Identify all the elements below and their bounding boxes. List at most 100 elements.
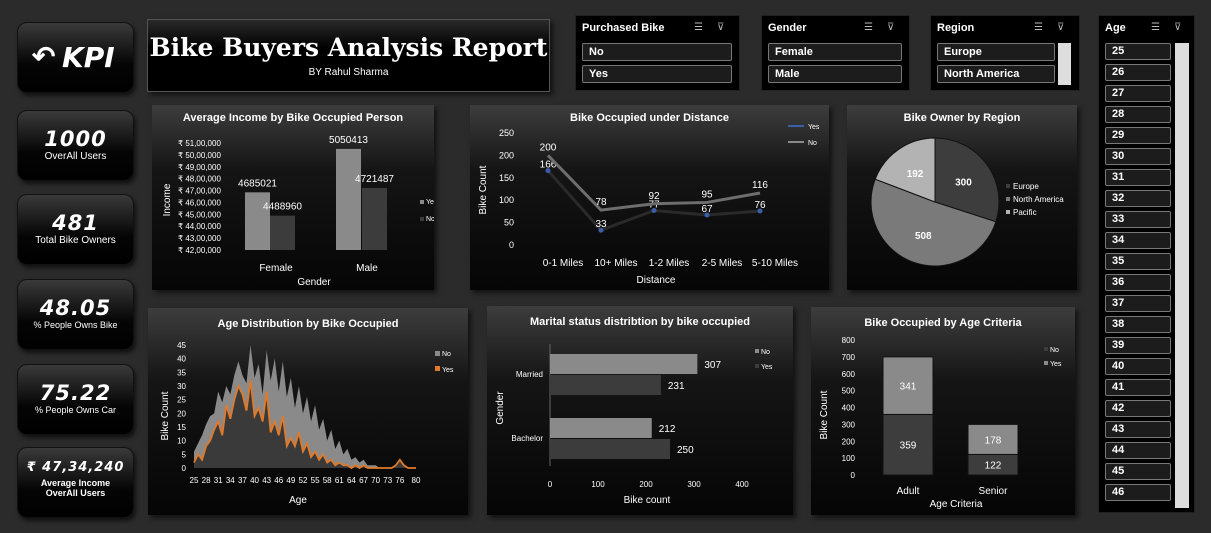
multi-select-icon[interactable]: ☰ <box>1034 22 1043 33</box>
slicer-item-no[interactable]: No <box>582 43 732 61</box>
slicer-item-age[interactable]: 38 <box>1105 316 1171 333</box>
slicer-item-age[interactable]: 32 <box>1105 190 1171 207</box>
clear-filter-icon[interactable]: ⊽ <box>1057 22 1064 33</box>
legend-label: Yes <box>808 124 820 131</box>
kpi-value: 481 <box>52 211 99 235</box>
x-tick-label: 67 <box>359 476 368 485</box>
bar <box>362 188 387 250</box>
data-label: 4488960 <box>263 202 302 213</box>
page-subtitle: BY Rahul Sharma <box>308 67 389 78</box>
y-tick-label: 200 <box>842 437 856 446</box>
slicer-item-male[interactable]: Male <box>768 65 902 83</box>
y-tick-label: ₹ 48,00,000 <box>178 175 221 184</box>
legend-label: No <box>442 351 451 358</box>
kpi-logo-label: KPI <box>62 41 115 74</box>
slicer-scrollbar[interactable] <box>1058 43 1071 85</box>
slicer-purchased-bike: Purchased Bike ☰ ⊽ No Yes <box>575 15 740 91</box>
clear-filter-icon[interactable]: ⊽ <box>887 22 894 33</box>
legend-label: Pacific <box>1013 208 1037 217</box>
y-tick-label: 150 <box>499 173 514 183</box>
kpi-label: Average Income OverAll Users <box>40 478 111 498</box>
slicer-item-age[interactable]: 31 <box>1105 169 1171 186</box>
slicer-item-age[interactable]: 43 <box>1105 421 1171 438</box>
slicer-item-age[interactable]: 30 <box>1105 148 1171 165</box>
x-tick-label: 76 <box>395 476 404 485</box>
x-tick-label: 200 <box>639 480 653 489</box>
y-tick-label: 30 <box>177 382 186 391</box>
slicer-item-age[interactable]: 34 <box>1105 232 1171 249</box>
page-title: Bike Buyers Analysis Report <box>149 33 548 62</box>
x-tick-label: 28 <box>202 476 211 485</box>
y-tick-label: 700 <box>842 353 856 362</box>
legend-label: No <box>808 140 817 147</box>
slicer-item-age[interactable]: 44 <box>1105 442 1171 459</box>
data-label: 78 <box>595 197 607 208</box>
legend-swatch <box>420 217 424 221</box>
kpi-value: 48.05 <box>39 296 112 320</box>
slicer-item-north-america[interactable]: North America <box>937 65 1055 83</box>
bar <box>550 375 661 395</box>
data-label: 76 <box>754 200 766 211</box>
legend-label: Yes <box>426 199 434 206</box>
legend-label: Yes <box>442 367 454 374</box>
y-tick-label: 300 <box>842 420 856 429</box>
slicer-item-age[interactable]: 46 <box>1105 484 1171 501</box>
slicer-item-age[interactable]: 42 <box>1105 400 1171 417</box>
x-tick-label: 73 <box>383 476 392 485</box>
age-criteria-svg: 800 700 600 500 400 300 200 100 0 359 341 Adult 122 1… <box>819 336 1062 510</box>
x-tick-label: 25 <box>190 476 199 485</box>
x-tick-label: Female <box>259 263 293 274</box>
region-pie-svg: 300 508 192 Europe North America Pacific <box>870 137 1064 267</box>
slicer-item-age[interactable]: 37 <box>1105 295 1171 312</box>
slicer-item-age[interactable]: 26 <box>1105 64 1171 81</box>
kpi-value: ₹ 47,34,240 <box>26 460 125 475</box>
kpi-value: 1000 <box>44 127 107 151</box>
slicer-item-age[interactable]: 27 <box>1105 85 1171 102</box>
x-tick-label: 0 <box>548 480 553 489</box>
y-tick-label: 10 <box>177 437 186 446</box>
data-label: 4685021 <box>238 178 277 189</box>
slicer-item-age[interactable]: 41 <box>1105 379 1171 396</box>
multi-select-icon[interactable]: ☰ <box>694 22 703 33</box>
slicer-item-europe[interactable]: Europe <box>937 43 1055 61</box>
clear-filter-icon[interactable]: ⊽ <box>1174 22 1181 33</box>
slicer-item-age[interactable]: 40 <box>1105 358 1171 375</box>
x-tick-label: 31 <box>214 476 223 485</box>
y-tick-label: ₹ 43,00,000 <box>178 234 221 243</box>
kpi-card-people-owns-car: 75.22 % People Owns Car <box>17 364 134 435</box>
multi-select-icon[interactable]: ☰ <box>1151 22 1160 33</box>
slicer-item-age[interactable]: 35 <box>1105 253 1171 270</box>
x-tick-label: Adult <box>897 486 920 497</box>
slicer-item-age[interactable]: 29 <box>1105 127 1171 144</box>
slicer-item-age[interactable]: 28 <box>1105 106 1171 123</box>
x-tick-label: 49 <box>286 476 295 485</box>
y-tick-label: ₹ 49,00,000 <box>178 163 221 172</box>
y-axis-label: Bike Count <box>819 390 830 439</box>
slicer-item-age[interactable]: 45 <box>1105 463 1171 480</box>
legend-label: No <box>426 216 434 223</box>
x-tick-label: 55 <box>311 476 320 485</box>
slicer-title: Gender <box>768 22 807 34</box>
slicer-item-age[interactable]: 39 <box>1105 337 1171 354</box>
y-tick-label: 400 <box>842 404 856 413</box>
x-tick-label: 40 <box>250 476 259 485</box>
data-label: 359 <box>900 441 917 452</box>
legend-swatch <box>420 200 424 204</box>
y-tick-label: ₹ 51,00,000 <box>178 139 221 148</box>
slicer-item-age[interactable]: 25 <box>1105 43 1171 60</box>
y-tick-label: 0 <box>509 240 514 250</box>
y-tick-label: 25 <box>177 396 186 405</box>
slicer-item-female[interactable]: Female <box>768 43 902 61</box>
legend-swatch <box>435 351 440 356</box>
data-label: 307 <box>704 360 721 371</box>
clear-filter-icon[interactable]: ⊽ <box>717 22 724 33</box>
slicer-item-age[interactable]: 33 <box>1105 211 1171 228</box>
legend-swatch <box>435 366 440 371</box>
multi-select-icon[interactable]: ☰ <box>864 22 873 33</box>
slicer-item-age[interactable]: 36 <box>1105 274 1171 291</box>
x-tick-label: 400 <box>735 480 749 489</box>
data-label: 212 <box>659 424 676 435</box>
slicer-scrollbar[interactable] <box>1175 43 1189 508</box>
slicer-item-yes[interactable]: Yes <box>582 65 732 83</box>
y-tick-label: ₹ 42,00,000 <box>178 246 221 255</box>
